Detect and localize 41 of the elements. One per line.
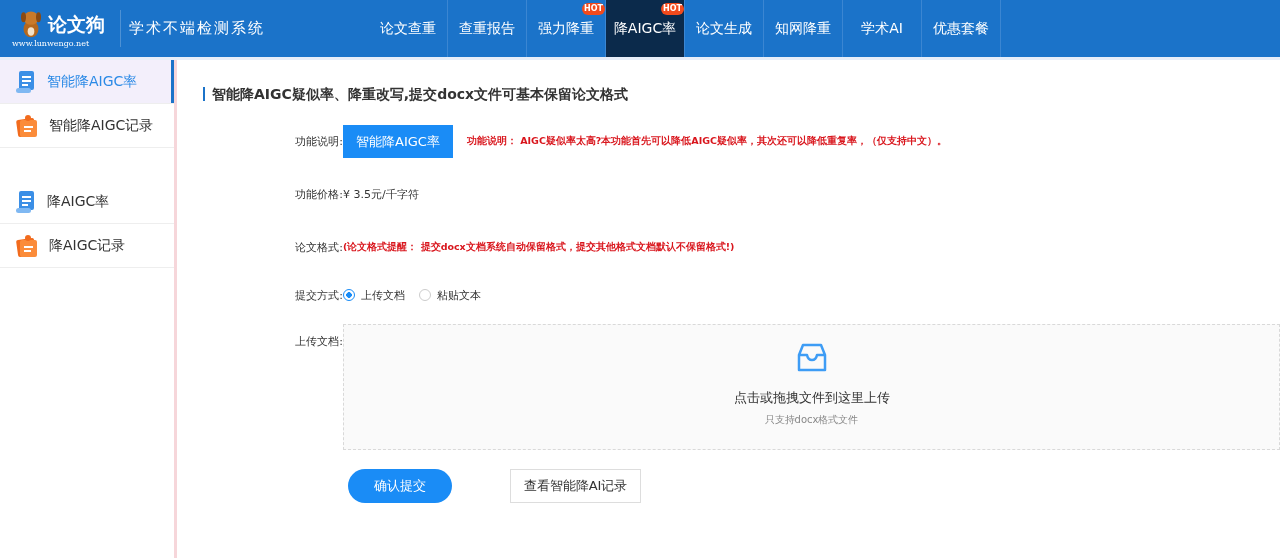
radio-label[interactable]: 粘贴文本 — [437, 287, 481, 303]
sidebar-item[interactable]: 智能降AIGC记录 — [0, 104, 174, 148]
upload-dropzone[interactable]: 点击或拖拽文件到这里上传 只支持docx格式文件 — [343, 324, 1280, 450]
hot-badge: HOT — [661, 3, 684, 15]
radio-label[interactable]: 上传文档 — [361, 287, 405, 303]
clipboard-icon — [15, 233, 39, 258]
field-label: 提交方式: — [294, 287, 343, 303]
nav-tab[interactable]: 论文生成 — [696, 19, 752, 38]
clipboard-icon — [15, 113, 39, 138]
nav-tab[interactable]: 知网降重 — [775, 19, 831, 38]
page-title: 智能降AIGC疑似率、降重改写,提交docx文件可基本保留论文格式 — [203, 87, 1280, 101]
sidebar-item[interactable]: 降AIGC率 — [0, 180, 174, 224]
slogan: 学术不端检测系统 — [120, 10, 369, 47]
field-label: 功能说明: — [294, 134, 343, 149]
hot-badge: HOT — [582, 3, 605, 15]
price-text: ¥ 3.5元/千字符 — [343, 187, 419, 202]
field-label: 功能价格: — [294, 187, 343, 202]
format-warning: (论文格式提醒： 提交docx文档系统自动保留格式，提交其他格式文档默认不保留格式!) — [343, 241, 735, 254]
document-icon — [15, 189, 37, 214]
nav-tab[interactable]: 查重报告 — [459, 19, 515, 38]
radio-button[interactable] — [343, 289, 355, 301]
field-label: 论文格式: — [294, 240, 343, 255]
logo-title: 论文狗 — [48, 12, 105, 36]
document-icon — [15, 69, 37, 94]
submit-button[interactable]: 确认提交 — [348, 469, 452, 503]
upload-hint: 只支持docx格式文件 — [764, 413, 859, 427]
field-label: 上传文档: — [294, 334, 343, 349]
feature-button[interactable]: 智能降AIGC率 — [343, 125, 453, 158]
upload-text: 点击或拖拽文件到这里上传 — [733, 389, 890, 407]
nav-tab[interactable]: 降AIGC率 — [613, 19, 677, 38]
records-button[interactable]: 查看智能降AI记录 — [510, 469, 641, 503]
sidebar-item[interactable]: 智能降AIGC率 — [0, 60, 174, 104]
inbox-icon — [795, 343, 828, 373]
sidebar-item[interactable]: 降AIGC记录 — [0, 224, 174, 268]
radio-button[interactable] — [419, 289, 431, 301]
logo-url: www.lunwengo.net — [12, 39, 90, 48]
feature-note: 功能说明： AIGC疑似率太高?本功能首先可以降低AIGC疑似率，其次还可以降低重复率，（仅支持中文）。 — [466, 135, 948, 148]
nav-tab[interactable]: 优惠套餐 — [933, 19, 989, 38]
nav-tab[interactable]: 强力降重 — [538, 19, 594, 38]
nav-tab[interactable]: 论文查重 — [380, 19, 436, 38]
nav-tab[interactable]: 学术AI — [861, 19, 903, 38]
